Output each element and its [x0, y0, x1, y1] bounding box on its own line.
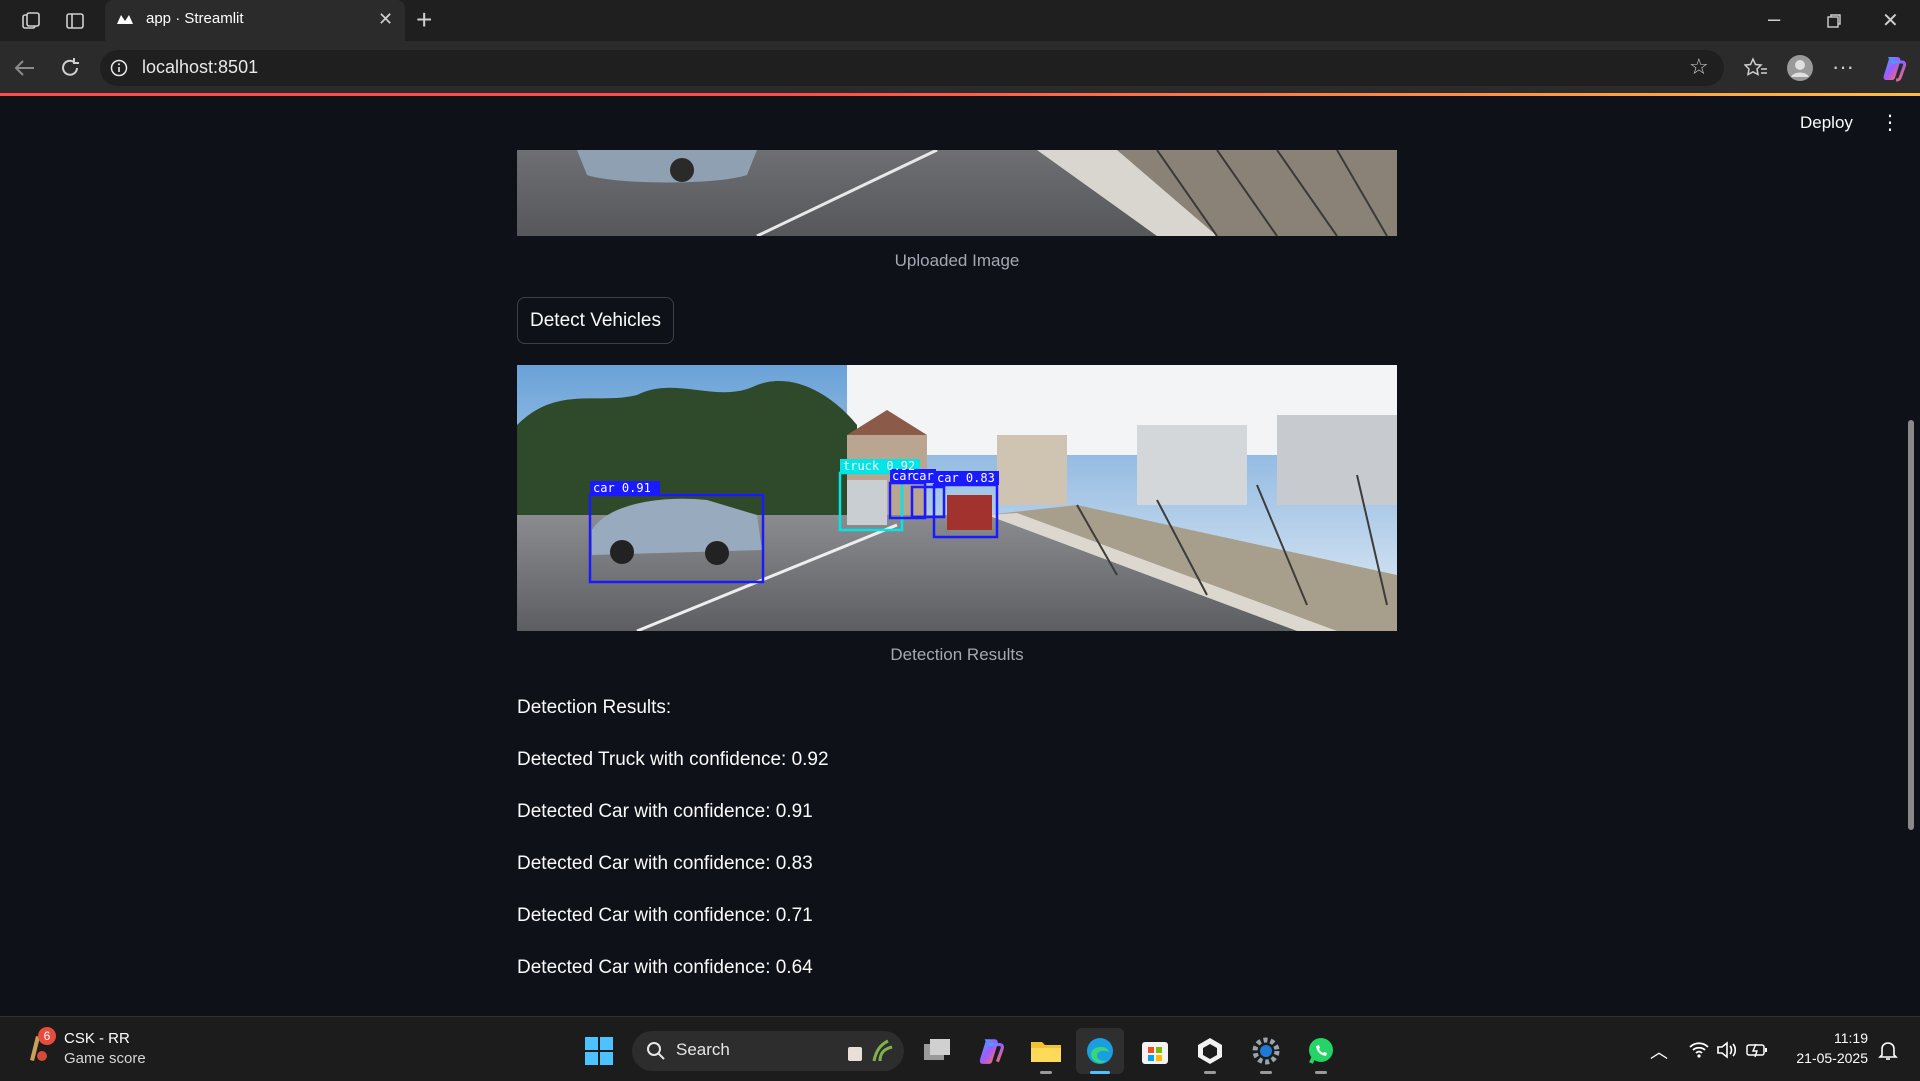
close-icon[interactable]: ✕	[378, 9, 393, 30]
widget-badge: 6	[38, 1027, 56, 1045]
more-icon[interactable]: ···	[1832, 54, 1854, 80]
windows-taskbar	[0, 1016, 1920, 1081]
workspaces-icon[interactable]	[20, 10, 42, 32]
terminal-icon[interactable]	[1196, 1036, 1224, 1066]
battery-icon[interactable]	[1746, 1041, 1768, 1059]
result-line: Detected Truck with confidence: 0.92	[517, 749, 829, 770]
detect-vehicles-button[interactable]: Detect Vehicles	[517, 297, 674, 344]
scrollbar-thumb[interactable]	[1908, 420, 1914, 830]
whatsapp-icon[interactable]	[1306, 1036, 1336, 1066]
settings-indicator	[1260, 1071, 1272, 1074]
copilot-icon[interactable]	[1880, 54, 1908, 82]
search-highlight-icon	[848, 1039, 893, 1062]
restore-icon[interactable]	[1826, 13, 1842, 29]
result-line: Detected Car with confidence: 0.91	[517, 801, 813, 822]
wifi-icon[interactable]	[1688, 1040, 1710, 1060]
favorite-star-icon[interactable]: ☆	[1689, 54, 1709, 80]
box-label-car: car	[912, 469, 934, 483]
clock-time[interactable]: 11:19	[1780, 1030, 1868, 1046]
deploy-button[interactable]: Deploy	[1800, 113, 1853, 133]
store-icon[interactable]	[1140, 1036, 1170, 1066]
file-explorer-icon[interactable]	[1030, 1038, 1062, 1064]
uploaded-image	[517, 150, 1397, 236]
edge-indicator	[1090, 1071, 1110, 1074]
search-label: Search	[676, 1040, 730, 1059]
uploaded-image-caption: Uploaded Image	[894, 251, 1020, 270]
new-tab-icon[interactable]: +	[416, 4, 432, 36]
url-text[interactable]: localhost:8501	[142, 57, 258, 78]
chevron-up-icon[interactable]: ︿	[1650, 1038, 1668, 1064]
favorites-icon[interactable]	[1744, 57, 1768, 79]
box-label-car: car 0.91	[593, 481, 651, 495]
windows-start-icon[interactable]	[584, 1036, 614, 1066]
widget-subtitle[interactable]: Game score	[64, 1050, 146, 1067]
task-view-icon[interactable]	[922, 1036, 952, 1064]
refresh-icon[interactable]	[58, 56, 82, 80]
result-line: Detected Car with confidence: 0.71	[517, 905, 813, 926]
settings-icon[interactable]	[1251, 1036, 1281, 1066]
address-bar[interactable]	[100, 50, 1724, 86]
file-explorer-indicator	[1040, 1071, 1052, 1074]
detection-results-caption: Detection Results	[890, 645, 1024, 664]
search-icon	[647, 1042, 665, 1060]
window-close-icon[interactable]: ✕	[1882, 8, 1899, 33]
copilot-app-icon[interactable]	[976, 1036, 1006, 1066]
detection-result-image: car 0.91 truck 0.92 car car car 0.83	[517, 365, 1397, 631]
result-line: Detected Car with confidence: 0.64	[517, 957, 813, 978]
box-label-car: car 0.83	[937, 471, 995, 485]
result-line: Detected Car with confidence: 0.83	[517, 853, 813, 874]
edge-icon[interactable]	[1085, 1036, 1115, 1066]
box-label-car: car	[892, 469, 914, 483]
info-icon[interactable]	[110, 59, 128, 77]
streamlit-favicon	[117, 15, 133, 24]
tab-title: app · Streamlit	[146, 10, 244, 27]
whatsapp-indicator	[1315, 1071, 1327, 1074]
clock-date[interactable]: 21-05-2025	[1780, 1050, 1868, 1066]
profile-icon[interactable]	[1786, 54, 1814, 82]
notification-icon[interactable]	[1878, 1040, 1898, 1062]
results-header: Detection Results:	[517, 697, 672, 718]
kebab-menu-icon[interactable]: ⋮	[1880, 110, 1900, 135]
tab-actions-icon[interactable]	[64, 10, 86, 32]
volume-icon[interactable]	[1716, 1040, 1738, 1060]
terminal-indicator	[1204, 1071, 1216, 1074]
back-icon[interactable]	[12, 56, 38, 80]
widget-title[interactable]: CSK - RR	[64, 1030, 130, 1047]
minimize-icon[interactable]: –	[1768, 6, 1780, 32]
